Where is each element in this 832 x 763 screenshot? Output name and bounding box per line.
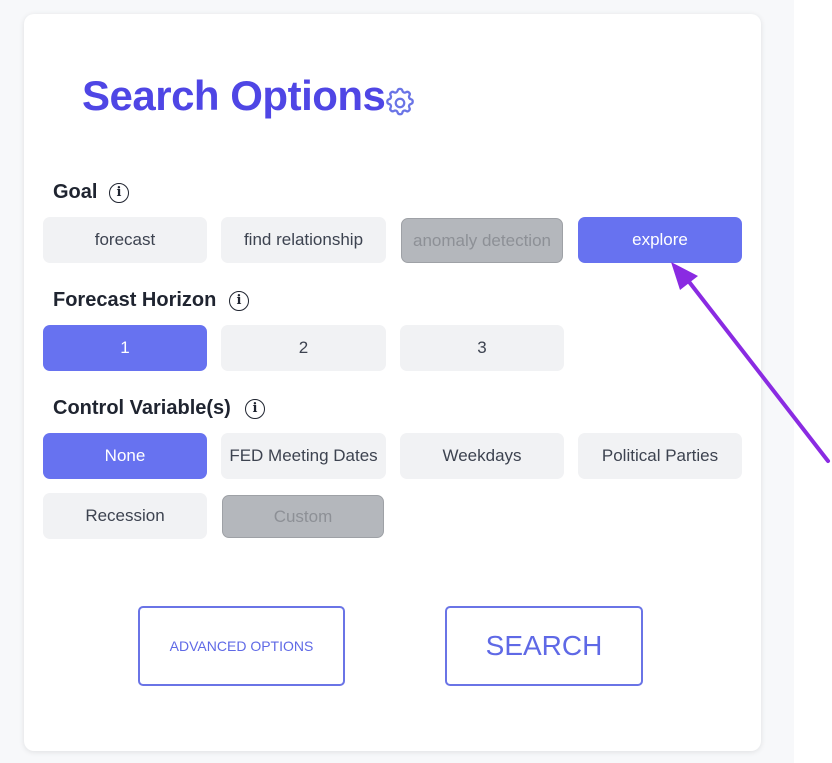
- horizon-option-2[interactable]: 2: [221, 325, 386, 371]
- goal-option-find-relationship[interactable]: find relationship: [221, 217, 386, 263]
- control-option-custom: Custom: [222, 495, 384, 538]
- control-option-weekdays[interactable]: Weekdays: [400, 433, 564, 479]
- search-options-card: [24, 14, 761, 751]
- control-option-none[interactable]: None: [43, 433, 207, 479]
- goal-option-forecast[interactable]: forecast: [43, 217, 207, 263]
- forecast-horizon-info-icon[interactable]: i: [229, 291, 249, 311]
- page-title: Search Options: [82, 72, 386, 119]
- control-option-fed-meeting-dates[interactable]: FED Meeting Dates: [221, 433, 386, 479]
- control-option-recession[interactable]: Recession: [43, 493, 207, 539]
- horizon-option-3[interactable]: 3: [400, 325, 564, 371]
- control-variables-label: Control Variable(s): [53, 397, 231, 419]
- horizon-option-1[interactable]: 1: [43, 325, 207, 371]
- goal-label: Goal: [53, 181, 98, 203]
- page-margin: [794, 0, 832, 763]
- search-button[interactable]: SEARCH: [445, 606, 643, 686]
- gear-icon[interactable]: [383, 86, 417, 120]
- control-option-political-parties[interactable]: Political Parties: [578, 433, 742, 479]
- control-variables-info-icon[interactable]: i: [245, 399, 265, 419]
- advanced-options-button[interactable]: ADVANCED OPTIONS: [138, 606, 345, 686]
- goal-option-anomaly-detection: anomaly detection: [401, 218, 563, 263]
- goal-info-icon[interactable]: i: [109, 183, 129, 203]
- goal-option-explore[interactable]: explore: [578, 217, 742, 263]
- forecast-horizon-label: Forecast Horizon: [53, 289, 217, 311]
